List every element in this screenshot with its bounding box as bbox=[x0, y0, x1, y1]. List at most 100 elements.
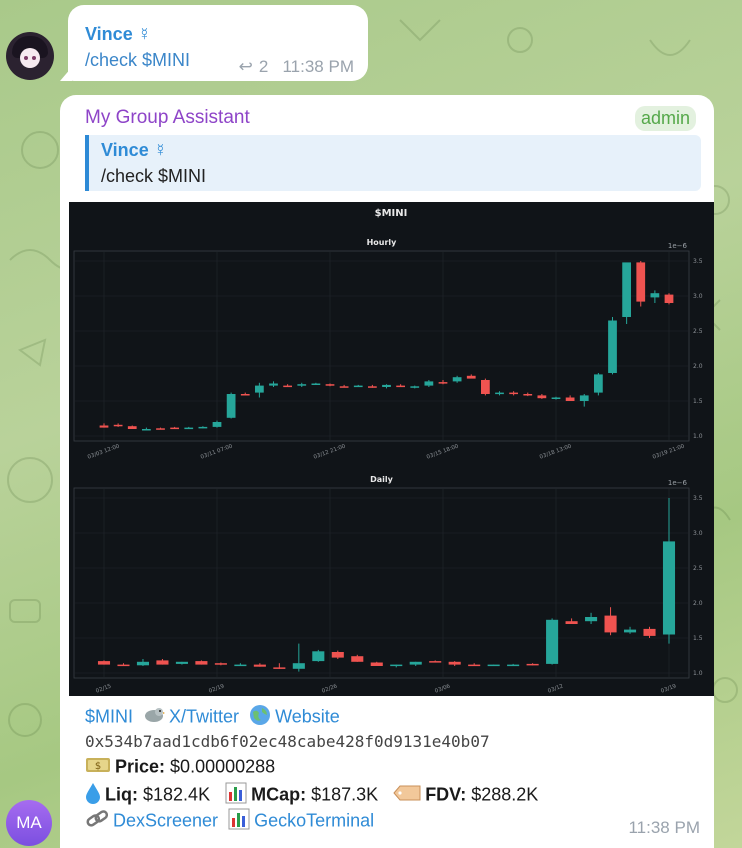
candle-body bbox=[253, 664, 266, 667]
reply-arrow-icon[interactable]: ↩ bbox=[239, 57, 253, 77]
candle-body bbox=[331, 652, 344, 658]
candle-body bbox=[636, 262, 646, 302]
chart-title: $MINI bbox=[375, 208, 408, 219]
candle-body bbox=[117, 664, 130, 667]
candle-body bbox=[480, 380, 490, 394]
sender-avatar[interactable] bbox=[6, 32, 54, 80]
candle-body bbox=[604, 615, 617, 633]
y-tick-label: 2.5 bbox=[693, 328, 703, 335]
dexscreener-link[interactable]: DexScreener bbox=[113, 810, 218, 830]
candle-body bbox=[283, 385, 293, 388]
globe-icon bbox=[249, 704, 271, 731]
scale-label: 1e−6 bbox=[668, 479, 688, 487]
reply-quote[interactable]: Vince ☿ /check $MINI bbox=[85, 135, 701, 191]
y-tick-label: 3.5 bbox=[693, 495, 703, 502]
message-bubble-user[interactable]: Vince ☿ /check $MINI ↩ 2 11:38 PM bbox=[60, 5, 368, 81]
user-avatar[interactable]: MA bbox=[6, 800, 52, 846]
candle-body bbox=[438, 382, 448, 384]
candle-body bbox=[448, 661, 461, 665]
candle-body bbox=[468, 664, 481, 667]
candle-body bbox=[643, 628, 656, 636]
x-tick-label: 03/06 bbox=[434, 683, 451, 694]
bar-chart-icon bbox=[225, 782, 247, 809]
y-tick-label: 1.5 bbox=[693, 398, 703, 405]
candle-body bbox=[353, 385, 363, 388]
token-link[interactable]: $MINI bbox=[85, 706, 133, 726]
x-tick-label: 03/18 13:00 bbox=[539, 443, 573, 460]
candle-body bbox=[396, 385, 406, 388]
candle-body bbox=[339, 386, 349, 388]
price-chart-image[interactable]: $MINI Hourly 1e−6 1.0 1.5 2.0 2.5 3.0 3.5 03/03 1… bbox=[69, 202, 714, 696]
candle-body bbox=[297, 384, 307, 386]
quote-text: /check $MINI bbox=[101, 166, 207, 186]
x-tick-label: 03/19 bbox=[660, 683, 677, 694]
candle-body bbox=[507, 664, 520, 667]
y-tick-label: 2.5 bbox=[693, 565, 703, 572]
candle-body bbox=[156, 428, 165, 430]
y-tick-label: 1.0 bbox=[693, 433, 703, 440]
candle-body bbox=[487, 664, 500, 667]
y-tick-label: 2.0 bbox=[693, 600, 703, 607]
candle-body bbox=[622, 262, 632, 317]
candle-body bbox=[240, 394, 250, 396]
candle-body bbox=[141, 429, 151, 431]
x-tick-label: 03/12 21:00 bbox=[313, 443, 347, 460]
x-tick-label: 03/12 bbox=[547, 684, 564, 695]
y-tick-label: 1.0 bbox=[693, 670, 703, 677]
candle-body bbox=[156, 660, 169, 665]
geckoterminal-link[interactable]: GeckoTerminal bbox=[254, 810, 374, 830]
candle-body bbox=[367, 386, 377, 388]
x-tick-label: 03/15 18:00 bbox=[426, 443, 460, 460]
bird-icon bbox=[143, 706, 166, 729]
command-link[interactable]: /check $MINI bbox=[85, 50, 190, 71]
website-link[interactable]: Website bbox=[275, 706, 340, 726]
sender-name[interactable]: Vince ☿ bbox=[85, 24, 151, 45]
candle-body bbox=[664, 294, 674, 303]
candle-body bbox=[311, 383, 321, 385]
candle-body bbox=[565, 621, 578, 624]
bot-sender-name[interactable]: My Group Assistant bbox=[85, 107, 250, 129]
y-tick-label: 2.0 bbox=[693, 363, 703, 370]
link-icon bbox=[85, 808, 109, 835]
x-tick-label: 03/03 12:00 bbox=[87, 443, 121, 460]
contract-address[interactable]: 0x534b7aad1cdb6f02ec48cabe428f0d9131e40b… bbox=[85, 732, 490, 751]
candle-body bbox=[226, 394, 236, 418]
candle-body bbox=[409, 661, 422, 665]
liq-value: $182.4K bbox=[143, 784, 211, 805]
candle-body bbox=[495, 392, 504, 395]
fdv-label: FDV: bbox=[425, 784, 467, 805]
message-time: 11:38 PM bbox=[282, 57, 354, 76]
admin-badge: admin bbox=[634, 106, 696, 131]
panel-subtitle: Hourly bbox=[367, 238, 398, 247]
bar-chart-icon bbox=[228, 808, 250, 835]
x-tick-label: 02/15 bbox=[95, 683, 112, 694]
candle-body bbox=[526, 663, 539, 666]
scale-label: 1e−6 bbox=[668, 242, 688, 250]
candle-body bbox=[551, 397, 561, 399]
candle-body bbox=[579, 395, 589, 401]
price-value: $0.00000288 bbox=[170, 756, 276, 777]
reply-count[interactable]: 2 bbox=[259, 57, 268, 76]
candle-body bbox=[546, 619, 559, 664]
message-meta: ↩ 2 11:38 PM bbox=[239, 57, 354, 77]
x-tick-label: 02/19 bbox=[208, 683, 225, 694]
candle-body bbox=[429, 661, 442, 663]
liq-label: Liq: bbox=[105, 784, 138, 805]
candle-body bbox=[195, 661, 208, 665]
candle-body bbox=[424, 381, 434, 386]
candle-body bbox=[170, 427, 180, 430]
candle-body bbox=[184, 427, 194, 430]
candle-body bbox=[254, 385, 264, 393]
candle-body bbox=[212, 422, 222, 427]
candle-body bbox=[312, 651, 325, 662]
message-bubble-bot[interactable]: My Group Assistant admin Vince ☿ /check … bbox=[60, 95, 714, 848]
twitter-link[interactable]: X/Twitter bbox=[169, 706, 239, 726]
candle-body bbox=[509, 392, 519, 395]
candle-body bbox=[99, 425, 109, 428]
candle-body bbox=[273, 667, 286, 669]
mcap-value: $187.3K bbox=[311, 784, 379, 805]
candle-body bbox=[214, 663, 227, 665]
candle-body bbox=[97, 661, 111, 665]
candle-body bbox=[382, 384, 391, 387]
candle-body bbox=[593, 374, 603, 393]
